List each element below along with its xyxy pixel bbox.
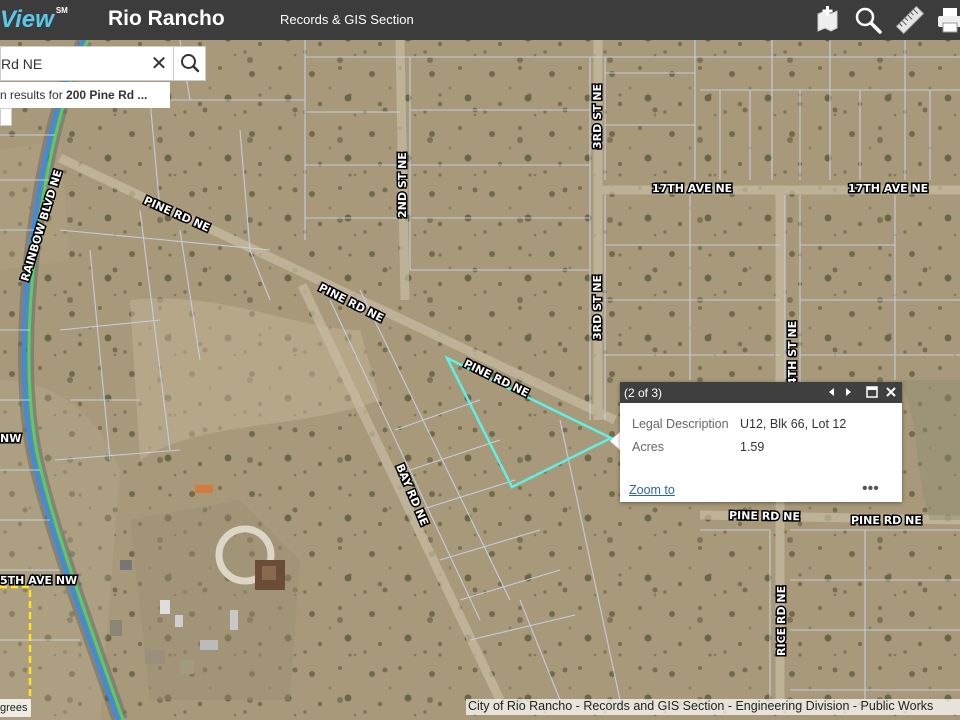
clear-search-icon[interactable]: ✕ xyxy=(147,52,171,76)
app-logo[interactable]: View SM xyxy=(0,6,68,34)
search-input[interactable] xyxy=(1,47,171,80)
second-st-label: 2ND ST NE xyxy=(396,152,409,218)
search-box: ✕ xyxy=(0,46,206,81)
legal-description-label: Legal Description xyxy=(632,417,729,431)
popup-pointer xyxy=(610,432,620,450)
section-title: Records & GIS Section xyxy=(280,12,414,27)
pine-rd-label-4: PINE RD NE xyxy=(729,509,800,523)
popup-count: (2 of 3) xyxy=(624,386,663,400)
map-view[interactable]: PINE RD NE PINE RD NE PINE RD NE PINE RD… xyxy=(0,40,960,720)
measure-icon[interactable] xyxy=(812,5,842,35)
more-options-icon[interactable]: ••• xyxy=(862,480,879,498)
maximize-icon[interactable] xyxy=(865,385,879,399)
city-title: Rio Rancho xyxy=(108,7,225,30)
suggestion-term: 200 Pine Rd ... xyxy=(66,88,148,102)
suggestion-prefix: n results for xyxy=(0,88,67,102)
logo-servicemark: SM xyxy=(55,6,68,15)
nw-road-label: NW xyxy=(0,432,21,445)
search-suggestion[interactable]: n results for 200 Pine Rd ... xyxy=(0,82,170,108)
5th-ave-label: 5TH AVE NW xyxy=(0,574,77,587)
feature-popup: (2 of 3) Legal Description U12, Blk 66, … xyxy=(620,382,902,502)
4th-st-label: 4TH ST NE xyxy=(786,321,799,385)
app-header: View SM Rio Rancho Records & GIS Section xyxy=(0,0,960,40)
print-icon[interactable] xyxy=(935,5,960,35)
legal-description-value: U12, Blk 66, Lot 12 xyxy=(740,417,847,431)
prev-feature-icon[interactable] xyxy=(825,385,839,399)
search-icon[interactable] xyxy=(853,5,883,35)
pine-rd-label-5: PINE RD NE xyxy=(851,514,922,527)
acres-value: 1.59 xyxy=(740,440,765,454)
17th-ave-label-2: 17TH AVE NE xyxy=(848,182,928,195)
acres-label: Acres xyxy=(632,440,664,454)
close-icon[interactable] xyxy=(884,385,898,399)
logo-text: View xyxy=(0,6,54,33)
ruler-icon[interactable] xyxy=(895,5,925,35)
scale-unit: grees xyxy=(0,699,31,717)
map-attribution: City of Rio Rancho - Records and GIS Sec… xyxy=(466,699,960,715)
map-canvas[interactable]: PINE RD NE PINE RD NE PINE RD NE PINE RD… xyxy=(0,40,960,720)
third-st-label-1: 3RD ST NE xyxy=(591,84,604,149)
popup-header: (2 of 3) xyxy=(620,382,902,403)
rice-rd-label: RICE RD NE xyxy=(775,586,788,656)
third-st-label-2: 3RD ST NE xyxy=(591,275,604,340)
search-button[interactable] xyxy=(173,47,207,80)
collapse-handle[interactable] xyxy=(0,108,12,126)
zoom-to-link[interactable]: Zoom to xyxy=(629,483,675,497)
next-feature-icon[interactable] xyxy=(841,385,855,399)
17th-ave-label-1: 17TH AVE NE xyxy=(652,182,732,195)
search-button-icon xyxy=(181,54,200,73)
